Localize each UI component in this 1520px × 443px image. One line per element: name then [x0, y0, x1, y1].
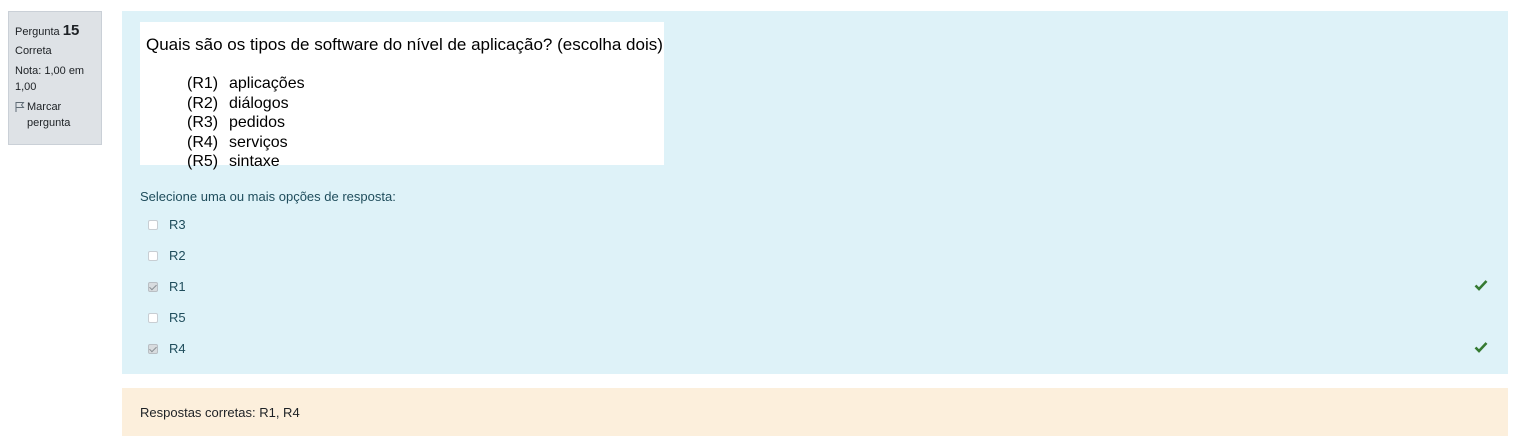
option-label: sintaxe: [229, 153, 280, 170]
question-state: Correta: [15, 44, 52, 57]
correct-check-icon: [1474, 342, 1488, 353]
answer-option: R5: [148, 302, 1488, 333]
flag-icon: [15, 101, 25, 112]
flag-question-button[interactable]: Marcar pergunta: [15, 100, 95, 132]
question-info-panel: Pergunta 15 Correta Nota: 1,00 em 1,00 M…: [8, 11, 102, 145]
answer-checkbox[interactable]: [148, 219, 158, 230]
question-text: Quais são os tipos de software do nível …: [146, 35, 663, 54]
answer-prompt: Selecione uma ou mais opções de resposta…: [140, 189, 396, 204]
answer-option: R2: [148, 240, 1488, 271]
answer-option: R4: [148, 333, 1488, 364]
question-option: (R2) diálogos: [187, 94, 305, 114]
answer-checkbox[interactable]: [148, 250, 158, 261]
answer-option: R3: [148, 209, 1488, 240]
option-label: aplicações: [229, 75, 305, 92]
question-options-list: (R1) aplicações (R2) diálogos (R3) pedid…: [187, 74, 305, 172]
question-label: Pergunta: [15, 26, 60, 38]
question-content: Quais são os tipos de software do nível …: [122, 11, 1508, 374]
question-option: (R1) aplicações: [187, 74, 305, 94]
answer-checkbox[interactable]: [148, 312, 158, 323]
question-number-row: Pergunta 15: [15, 20, 95, 42]
option-code: (R2): [187, 94, 219, 112]
question-option: (R3) pedidos: [187, 113, 305, 133]
correct-check-icon: [1474, 280, 1488, 291]
answer-checkbox[interactable]: [148, 281, 158, 292]
answer-label: R3: [169, 217, 186, 232]
question-option: (R5) sintaxe: [187, 152, 305, 172]
option-label: diálogos: [229, 94, 289, 112]
option-label: pedidos: [229, 114, 286, 131]
option-code: (R4): [187, 133, 219, 151]
flag-question-label: Marcar pergunta: [27, 100, 71, 129]
question-option: (R4) serviços: [187, 133, 305, 153]
answer-option: R1: [148, 271, 1488, 302]
question-number: 15: [62, 22, 80, 39]
option-code: (R5): [187, 153, 219, 170]
answer-list: R3 R2 R1 R5 R4: [148, 209, 1488, 364]
option-code: (R1): [187, 75, 219, 92]
option-label: serviços: [229, 133, 288, 151]
answer-checkbox[interactable]: [148, 343, 158, 354]
answer-label: R1: [169, 279, 186, 294]
correct-answer-feedback: Respostas corretas: R1, R4: [122, 388, 1508, 436]
option-code: (R3): [187, 114, 219, 131]
answer-label: R4: [169, 341, 186, 356]
answer-label: R5: [169, 310, 186, 325]
answer-label: R2: [169, 248, 186, 263]
question-grade: Nota: 1,00 em 1,00: [15, 64, 85, 93]
question-image: Quais são os tipos de software do nível …: [140, 22, 664, 170]
